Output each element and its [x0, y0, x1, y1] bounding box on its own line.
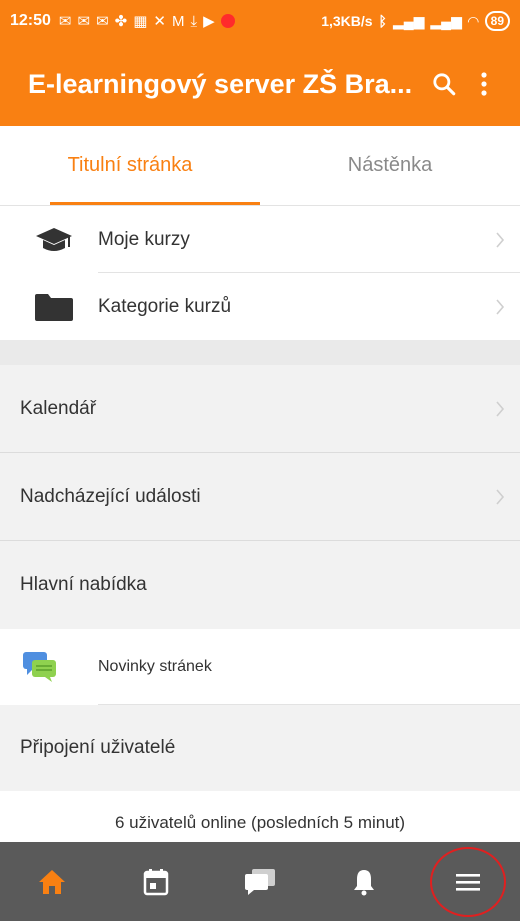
list-item-label: Kategorie kurzů — [98, 295, 232, 317]
nav-home-button[interactable] — [22, 852, 82, 912]
signal-icon: ▂▄▆ — [430, 12, 462, 29]
status-bar: 12:50 ✉ ✉ ✉ ✤ ▦ ✕ M ⤓ ▶ 1,3KB/s ᛒ ▂▄▆ ▂▄… — [0, 0, 520, 42]
block-calendar[interactable]: Kalendář — [0, 365, 520, 453]
tools-icon: ✕ — [153, 13, 166, 30]
graduation-cap-icon — [36, 227, 72, 251]
block-online-users[interactable]: Připojení uživatelé — [0, 705, 520, 791]
chevron-right-icon — [480, 231, 520, 249]
list-item-my-courses[interactable]: Moje kurzy — [0, 206, 520, 273]
list-item-course-categories[interactable]: Kategorie kurzů — [0, 273, 520, 340]
gmail-icon: M — [172, 12, 185, 30]
chevron-right-icon — [480, 488, 520, 506]
chevron-right-icon — [480, 400, 520, 418]
record-icon — [220, 14, 235, 28]
youtube-icon: ▶ — [203, 13, 215, 30]
grid-icon: ▦ — [133, 13, 148, 30]
block-label: Hlavní nabídka — [20, 574, 147, 595]
tab-bar: Titulní stránka Nástěnka — [0, 126, 520, 206]
search-icon — [433, 73, 456, 96]
list-item-site-news[interactable]: Novinky stránek — [0, 629, 520, 705]
block-upcoming-events[interactable]: Nadcházející události — [0, 453, 520, 541]
block-main-menu[interactable]: Hlavní nabídka — [0, 541, 520, 629]
chevron-right-icon — [480, 298, 520, 316]
wifi-icon: ◠ — [467, 12, 479, 29]
status-time: 12:50 — [10, 12, 51, 29]
folder-icon — [35, 293, 73, 321]
network-speed: 1,3KB/s — [321, 13, 373, 29]
battery-indicator: 89 — [484, 11, 510, 31]
section-divider — [0, 340, 520, 365]
notification-icons: ✉ ✉ ✉ ✤ ▦ ✕ M ⤓ ▶ — [59, 12, 235, 30]
home-icon — [39, 869, 65, 894]
tab-titulni-stranka[interactable]: Titulní stránka — [0, 126, 260, 205]
bell-icon — [354, 869, 374, 895]
more-vertical-icon — [481, 72, 487, 96]
nav-calendar-button[interactable] — [126, 852, 186, 912]
overflow-menu-button[interactable] — [464, 64, 504, 104]
mail-icon: ✉ — [58, 13, 72, 30]
block-label: Připojení uživatelé — [20, 737, 176, 758]
chat-bubbles-icon — [23, 652, 56, 682]
page-title: E-learningový server ZŠ Bra... — [28, 68, 413, 99]
nav-messages-button[interactable] — [230, 852, 290, 912]
mail-icon: ✉ — [96, 13, 109, 30]
mail-icon: ✉ — [77, 13, 91, 30]
nav-notifications-button[interactable] — [334, 852, 394, 912]
app-icon: ✤ — [114, 13, 128, 30]
bottom-navigation — [0, 842, 520, 921]
app-bar: E-learningový server ZŠ Bra... — [0, 42, 520, 126]
block-label: Nadcházející události — [20, 485, 201, 507]
search-button[interactable] — [424, 64, 464, 104]
signal-icon: ▂▄▆ — [392, 12, 425, 29]
nav-menu-button[interactable] — [430, 846, 506, 917]
calendar-icon — [143, 868, 169, 895]
tab-nastenka[interactable]: Nástěnka — [260, 126, 520, 205]
messages-icon — [245, 868, 275, 895]
highlight-circle — [430, 846, 506, 917]
blocks-section: Kalendář Nadcházející události Hlavní na… — [0, 365, 520, 791]
bluetooth-icon: ᛒ — [378, 13, 387, 29]
download-icon: ⤓ — [190, 12, 198, 30]
list-item-label: Moje kurzy — [98, 228, 190, 250]
block-label: Kalendář — [20, 397, 97, 419]
list-item-label: Novinky stránek — [98, 658, 212, 675]
